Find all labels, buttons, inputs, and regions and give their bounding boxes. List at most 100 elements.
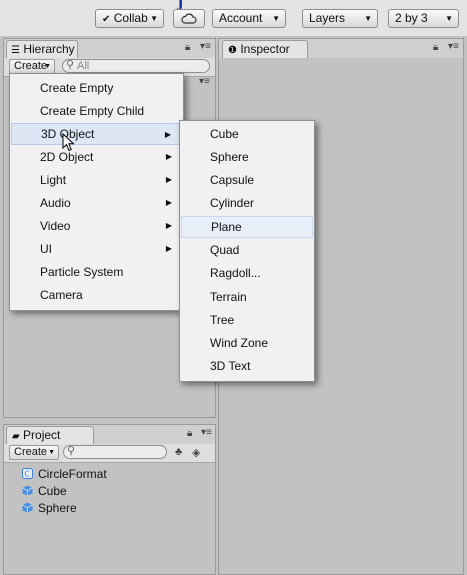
list-item[interactable]: C CircleFormat (22, 466, 107, 482)
layers-label: Layers (309, 11, 346, 25)
search-icon: ⚲ (67, 445, 76, 457)
submenu-arrow-icon: ▶ (165, 221, 172, 230)
menu-item-ragdoll[interactable]: Ragdoll... (181, 262, 313, 284)
filter-label-icon[interactable]: ◈ (192, 446, 200, 459)
menu-item-sphere[interactable]: Sphere (181, 146, 313, 168)
project-panel: ▰ Project 🔒︎ ▾≡ Create ▼ ⚲ ♣ ◈ C CircleF… (3, 424, 216, 575)
collab-check-icon: ✔ (102, 14, 111, 25)
filter-type-icon[interactable]: ♣ (175, 446, 182, 458)
layout-dropdown[interactable]: 2 by 3 ▼ (388, 9, 459, 28)
scene-menu-icon[interactable]: ▾≡ (199, 76, 210, 87)
asset-name: Cube (38, 484, 67, 498)
collab-dropdown[interactable]: ✔ Collab ▼ (95, 9, 164, 28)
layout-label: 2 by 3 (395, 11, 428, 25)
mouse-cursor-icon (62, 133, 75, 152)
account-dropdown[interactable]: Account ▼ (212, 9, 286, 28)
menu-item-video[interactable]: Video ▶ (11, 215, 182, 237)
hierarchy-tab-label: Hierarchy (23, 42, 75, 56)
dropdown-arrow-icon: ▼ (150, 14, 158, 23)
menu-item-capsule[interactable]: Capsule (181, 169, 313, 191)
menu-item-cube[interactable]: Cube (181, 123, 313, 145)
menu-item-particle-system[interactable]: Particle System (11, 261, 182, 283)
submenu-arrow-icon: ▶ (165, 152, 172, 161)
submenu-arrow-icon: ▶ (165, 175, 172, 184)
dropdown-arrow-icon: ▼ (445, 14, 453, 23)
prefab-cube-icon (22, 502, 33, 513)
menu-item-label: Create Empty (40, 81, 114, 95)
menu-item-plane[interactable]: Plane (181, 216, 313, 238)
menu-item-label: Terrain (210, 290, 247, 304)
dropdown-arrow-icon: ▼ (272, 14, 280, 23)
menu-item-label: Wind Zone (210, 336, 269, 350)
dropdown-arrow-icon: ▼ (48, 449, 55, 456)
create-label: Create (14, 446, 48, 458)
panel-menu-icon[interactable]: ▾≡ (200, 41, 211, 52)
search-icon: ⚲ (66, 59, 75, 71)
menu-item-label: Plane (211, 220, 242, 234)
submenu-arrow-icon: ▶ (164, 130, 171, 139)
info-icon: ❶ (228, 45, 237, 56)
script-icon: C (22, 468, 33, 479)
asset-name: CircleFormat (38, 467, 107, 481)
menu-item-3d-text[interactable]: 3D Text (181, 355, 313, 377)
menu-item-label: Video (40, 219, 71, 233)
lock-icon[interactable]: 🔒︎ (433, 42, 438, 53)
menu-item-label: Cylinder (210, 196, 255, 210)
title-fragment-glyph: ʃ (178, 0, 184, 10)
menu-item-wind-zone[interactable]: Wind Zone (181, 332, 313, 354)
menu-item-terrain[interactable]: Terrain (181, 286, 313, 308)
list-icon: ☰ (11, 45, 20, 56)
menu-item-label: Create Empty Child (40, 104, 145, 118)
menu-item-label: Tree (210, 313, 235, 327)
menu-item-3d-object[interactable]: 3D Object ▶ (11, 123, 182, 145)
menu-item-label: Audio (40, 196, 71, 210)
lock-icon[interactable]: 🔒︎ (185, 42, 190, 53)
hierarchy-search-input[interactable]: ⚲ All (62, 59, 210, 73)
tab-inspector[interactable]: ❶ Inspector (222, 40, 308, 58)
list-item[interactable]: Sphere (22, 500, 77, 516)
dropdown-arrow-icon: ▼ (364, 14, 372, 23)
menu-item-quad[interactable]: Quad (181, 239, 313, 261)
3d-object-submenu: Cube Sphere Capsule Cylinder Plane Quad … (179, 120, 315, 382)
collab-label: Collab (113, 11, 148, 25)
cloud-button[interactable] (173, 9, 205, 28)
prefab-cube-icon (22, 485, 33, 496)
menu-item-ui[interactable]: UI ▶ (11, 238, 182, 260)
menu-item-cylinder[interactable]: Cylinder (181, 192, 313, 214)
menu-item-label: Light (40, 173, 67, 187)
lock-icon[interactable]: 🔒︎ (187, 428, 192, 439)
search-placeholder: All (77, 60, 90, 72)
menu-item-label: Capsule (210, 173, 255, 187)
menu-item-audio[interactable]: Audio ▶ (11, 192, 182, 214)
project-create-button[interactable]: Create ▼ (9, 445, 59, 460)
panel-menu-icon[interactable]: ▾≡ (201, 427, 212, 438)
hierarchy-create-button[interactable]: Create ▼ (9, 59, 55, 74)
svg-text:C: C (24, 470, 30, 479)
tab-hierarchy[interactable]: ☰ Hierarchy (6, 40, 78, 58)
menu-item-create-empty-child[interactable]: Create Empty Child (11, 100, 182, 122)
submenu-arrow-icon: ▶ (165, 244, 172, 253)
menu-item-2d-object[interactable]: 2D Object ▶ (11, 146, 182, 168)
inspector-tab-label: Inspector (240, 42, 290, 56)
menu-item-label: Quad (210, 243, 240, 257)
dropdown-arrow-icon: ▼ (44, 63, 51, 70)
menu-item-label: Particle System (40, 265, 124, 279)
submenu-arrow-icon: ▶ (165, 198, 172, 207)
layers-dropdown[interactable]: Layers ▼ (302, 9, 378, 28)
menu-item-label: Camera (40, 288, 83, 302)
menu-item-light[interactable]: Light ▶ (11, 169, 182, 191)
create-menu: Create Empty Create Empty Child 3D Objec… (9, 73, 184, 311)
panel-menu-icon[interactable]: ▾≡ (448, 41, 459, 52)
menu-item-label: Ragdoll... (210, 266, 261, 280)
menu-item-camera[interactable]: Camera (11, 284, 182, 306)
menu-item-label: 3D Text (210, 359, 251, 373)
menu-item-tree[interactable]: Tree (181, 309, 313, 331)
project-subtoolbar: Create ▼ ⚲ ♣ ◈ (4, 444, 215, 463)
tab-project[interactable]: ▰ Project (6, 426, 94, 444)
list-item[interactable]: Cube (22, 483, 67, 499)
create-label: Create (14, 60, 48, 72)
menu-item-label: UI (40, 242, 52, 256)
main-toolbar: ʃ ✔ Collab ▼ Account ▼ Layers ▼ 2 by 3 ▼ (0, 0, 467, 36)
menu-item-create-empty[interactable]: Create Empty (11, 77, 182, 99)
project-search-input[interactable]: ⚲ (63, 445, 167, 459)
